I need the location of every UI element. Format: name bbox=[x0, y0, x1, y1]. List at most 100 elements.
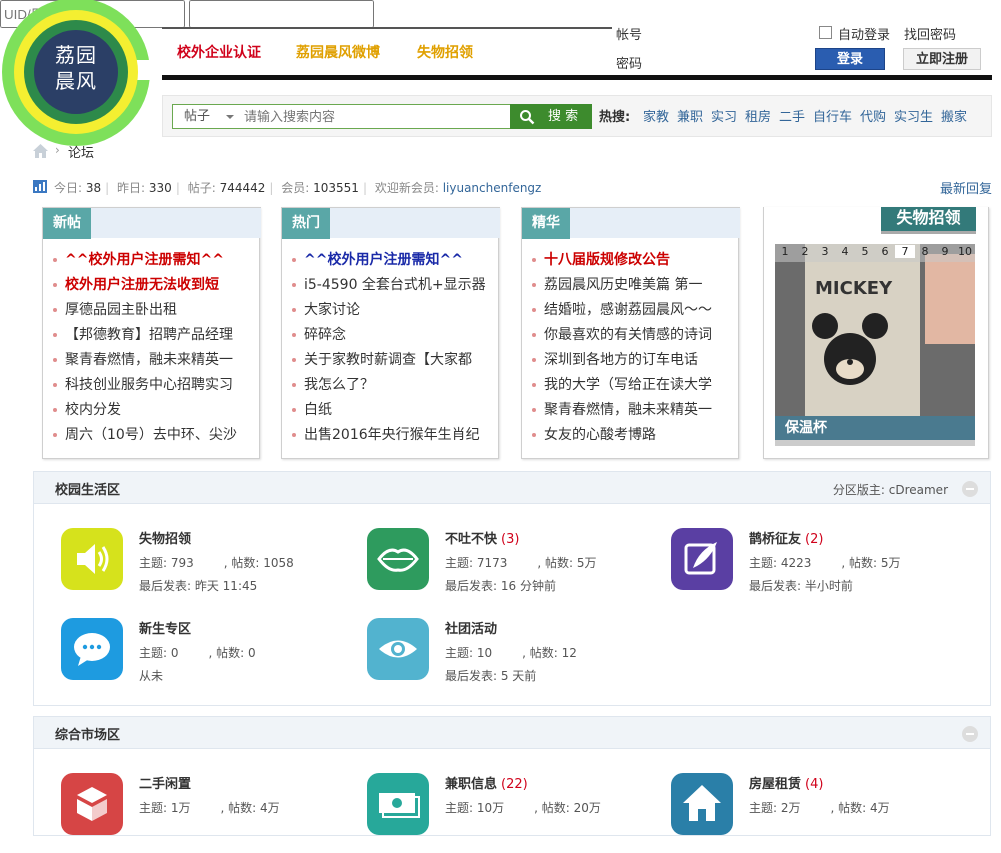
hot-term-parttime[interactable]: 兼职 bbox=[677, 106, 703, 125]
list-item[interactable]: 深圳到各地方的订车电话 bbox=[532, 351, 727, 376]
section-title[interactable]: 综合市场区 bbox=[55, 724, 120, 743]
slide-8[interactable]: 8 bbox=[915, 245, 935, 258]
hot-term-bicycle[interactable]: 自行车 bbox=[813, 106, 852, 125]
slider-image[interactable]: MICKEY bbox=[775, 244, 975, 416]
forum-name[interactable]: 房屋租赁 (4) bbox=[749, 773, 823, 792]
login-button[interactable]: 登录 bbox=[815, 48, 885, 70]
search-type-select[interactable]: 帖子 bbox=[174, 105, 240, 128]
forum-last-post[interactable]: 最后发表: 5 天前 bbox=[445, 667, 536, 684]
list-item[interactable]: 大家讨论 bbox=[292, 301, 487, 326]
lips-icon[interactable] bbox=[367, 528, 429, 590]
list-item[interactable]: 碎碎念 bbox=[292, 326, 487, 351]
forum-last-post[interactable]: 最后发表: 16 分钟前 bbox=[445, 577, 556, 594]
list-item[interactable]: 十八届版规修改公告 bbox=[532, 251, 727, 276]
list-item[interactable]: 聚青春燃情，融未来精英一 bbox=[53, 351, 248, 376]
stats-welcome-label: 欢迎新会员: bbox=[374, 181, 439, 195]
breadcrumb-forum[interactable]: 论坛 bbox=[68, 142, 94, 161]
forum-posts: 帖数: 0 bbox=[216, 646, 256, 660]
forum-name[interactable]: 鹊桥征友 (2) bbox=[749, 528, 823, 547]
slide-5[interactable]: 5 bbox=[855, 245, 875, 258]
hot-term-internship[interactable]: 实习 bbox=[711, 106, 737, 125]
hot-term-purchasing[interactable]: 代购 bbox=[860, 106, 886, 125]
slide-1[interactable]: 1 bbox=[775, 245, 795, 258]
hot-term-secondhand[interactable]: 二手 bbox=[779, 106, 805, 125]
forum-clubs: 社团活动 主题: 10, 帖数: 12 最后发表: 5 天前 bbox=[367, 618, 667, 698]
nav-weibo[interactable]: 荔园晨风微博 bbox=[296, 42, 380, 62]
forum-name[interactable]: 失物招领 bbox=[139, 528, 191, 547]
new-member-link[interactable]: liyuanchenfengz bbox=[443, 181, 542, 195]
forum-last-post[interactable]: 最后发表: 半小时前 bbox=[749, 577, 853, 594]
list-item[interactable]: 你最喜欢的有关情感的诗词 bbox=[532, 326, 727, 351]
list-item[interactable]: 结婚啦，感谢荔园晨风～～ bbox=[532, 301, 727, 326]
slide-7[interactable]: 7 bbox=[895, 245, 915, 258]
box-icon[interactable] bbox=[61, 773, 123, 835]
nav-enterprise-auth[interactable]: 校外企业认证 bbox=[177, 42, 261, 62]
lost-found-tab[interactable]: 失物招领 bbox=[881, 207, 976, 234]
slide-4[interactable]: 4 bbox=[835, 245, 855, 258]
forum-name[interactable]: 兼职信息 (22) bbox=[445, 773, 528, 792]
forum-name[interactable]: 社团活动 bbox=[445, 618, 497, 637]
stats-icon bbox=[33, 180, 47, 193]
slide-6[interactable]: 6 bbox=[875, 245, 895, 258]
hot-posts-list: ^^校外用户注册需知^^ i5-4590 全套台式机+显示器 大家讨论 碎碎念 … bbox=[292, 251, 487, 451]
tab-new-posts[interactable]: 新帖 bbox=[43, 208, 91, 239]
forum-dating: 鹊桥征友 (2) 主题: 4223, 帖数: 5万 最后发表: 半小时前 bbox=[671, 528, 971, 608]
list-item[interactable]: 聚青春燃情，融未来精英一 bbox=[532, 401, 727, 426]
list-item[interactable]: ^^校外用户注册需知^^ bbox=[292, 251, 487, 276]
list-item[interactable]: 荔园晨风历史唯美篇 第一 bbox=[532, 276, 727, 301]
box-header: 新帖 bbox=[43, 207, 261, 239]
list-item[interactable]: i5-4590 全套台式机+显示器 bbox=[292, 276, 487, 301]
forum-last-post[interactable]: 最后发表: 昨天 11:45 bbox=[139, 577, 257, 594]
search-button[interactable]: 搜 索 bbox=[510, 104, 592, 129]
auto-login-checkbox[interactable] bbox=[819, 26, 832, 39]
list-item[interactable]: 周六（10号）去中环、尖沙 bbox=[53, 426, 248, 451]
collapse-icon[interactable] bbox=[962, 481, 978, 497]
hot-term-moving[interactable]: 搬家 bbox=[941, 106, 967, 125]
house-icon[interactable] bbox=[671, 773, 733, 835]
site-logo[interactable]: 荔 园 晨 风 bbox=[0, 0, 158, 152]
forum-name[interactable]: 二手闲置 bbox=[139, 773, 191, 792]
list-item[interactable]: 校内分发 bbox=[53, 401, 248, 426]
forgot-password-link[interactable]: 找回密码 bbox=[904, 24, 956, 43]
stats-members: 103551 bbox=[313, 181, 359, 195]
hot-term-tutor[interactable]: 家教 bbox=[643, 106, 669, 125]
slider-caption[interactable]: 保温杯 bbox=[775, 416, 975, 440]
money-icon[interactable] bbox=[367, 773, 429, 835]
list-item[interactable]: 出售2016年央行猴年生肖纪 bbox=[292, 426, 487, 451]
collapse-icon[interactable] bbox=[962, 726, 978, 742]
slide-10[interactable]: 10 bbox=[955, 245, 975, 258]
password-input[interactable] bbox=[188, 0, 374, 28]
list-item[interactable]: 女友的心酸考博路 bbox=[532, 426, 727, 451]
section-title[interactable]: 校园生活区 bbox=[55, 479, 120, 498]
list-item[interactable]: 【邦德教育】招聘产品经理 bbox=[53, 326, 248, 351]
list-item[interactable]: 关于家教时薪调查【大家都 bbox=[292, 351, 487, 376]
latest-reply-link[interactable]: 最新回复 bbox=[940, 178, 992, 197]
hot-term-intern[interactable]: 实习生 bbox=[894, 106, 933, 125]
slider-pagination: 1 2 3 4 5 6 7 8 9 10 bbox=[775, 244, 975, 262]
tab-featured-posts[interactable]: 精华 bbox=[522, 208, 570, 239]
slide-3[interactable]: 3 bbox=[815, 245, 835, 258]
forum-topics: 主题: 1万 bbox=[139, 801, 191, 815]
quill-icon[interactable] bbox=[671, 528, 733, 590]
list-item[interactable]: ^^校外用户注册需知^^ bbox=[53, 251, 248, 276]
slide-9[interactable]: 9 bbox=[935, 245, 955, 258]
tab-hot-posts[interactable]: 热门 bbox=[282, 208, 330, 239]
forum-name[interactable]: 不吐不快 (3) bbox=[445, 528, 519, 547]
forum-name[interactable]: 新生专区 bbox=[139, 618, 191, 637]
hot-term-rent[interactable]: 租房 bbox=[745, 106, 771, 125]
list-item[interactable]: 我的大学（写给正在读大学 bbox=[532, 376, 727, 401]
speaker-icon[interactable] bbox=[61, 528, 123, 590]
list-item[interactable]: 科技创业服务中心招聘实习 bbox=[53, 376, 248, 401]
home-icon[interactable] bbox=[33, 144, 48, 158]
forum-secondhand: 二手闲置 主题: 1万, 帖数: 4万 bbox=[61, 773, 361, 853]
nav-lost-found[interactable]: 失物招领 bbox=[417, 42, 473, 62]
eye-icon[interactable] bbox=[367, 618, 429, 680]
list-item[interactable]: 白纸 bbox=[292, 401, 487, 426]
search-input[interactable] bbox=[242, 106, 512, 129]
list-item[interactable]: 厚德品园主卧出租 bbox=[53, 301, 248, 326]
list-item[interactable]: 校外用户注册无法收到短 bbox=[53, 276, 248, 301]
chat-icon[interactable] bbox=[61, 618, 123, 680]
slide-2[interactable]: 2 bbox=[795, 245, 815, 258]
register-button[interactable]: 立即注册 bbox=[903, 48, 981, 70]
list-item[interactable]: 我怎么了？ bbox=[292, 376, 487, 401]
